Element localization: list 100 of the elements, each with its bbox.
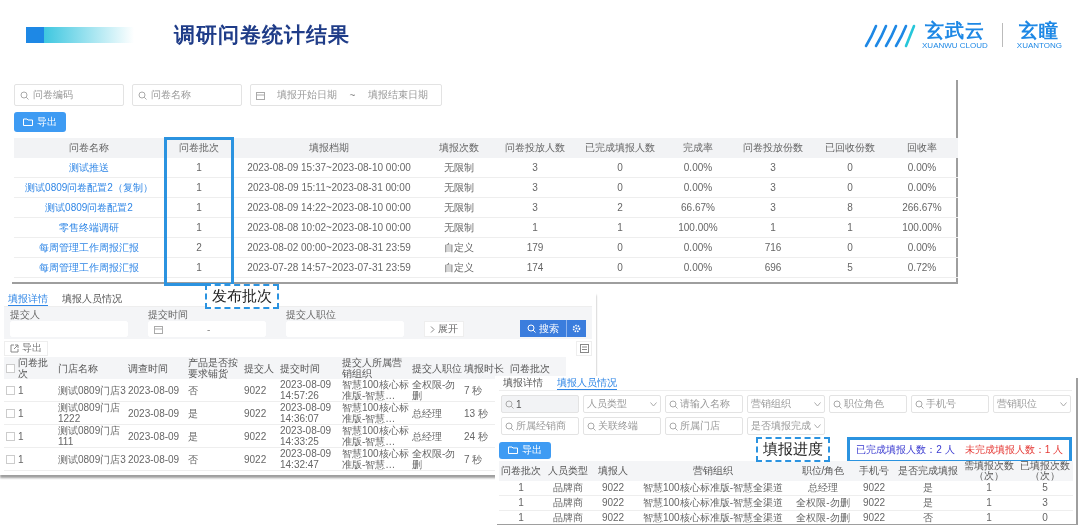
- table-cell: 智慧100核心标准版-智慧…: [342, 448, 412, 471]
- column-header: 提交人职位: [412, 357, 464, 379]
- column-header: 填报人: [593, 461, 633, 481]
- calendar-icon: [256, 90, 265, 100]
- table-cell: 2023-08-09 15:37~2023-08-10 00:00: [234, 158, 424, 178]
- table-cell: 9022: [593, 481, 633, 496]
- tab[interactable]: 填报详情: [8, 292, 48, 306]
- table-cell: 100.00%: [886, 218, 958, 238]
- table-cell: 2023-08-09 14:22~2023-08-10 00:00: [234, 198, 424, 218]
- table-cell: 1: [164, 198, 234, 218]
- table-cell: 0: [576, 158, 664, 178]
- table-cell: 1: [18, 379, 58, 402]
- search-field[interactable]: 职位角色: [829, 395, 907, 413]
- table-cell: 9022: [244, 425, 280, 448]
- column-header: 提交时间: [280, 357, 342, 379]
- column-header: 人员类型: [543, 461, 593, 481]
- export-button[interactable]: 导出: [4, 340, 48, 356]
- table-cell: 1: [164, 258, 234, 278]
- export-button[interactable]: 导出: [499, 441, 551, 459]
- table-cell: 全权限-勿删: [412, 448, 464, 471]
- select-field[interactable]: 营销组织: [747, 395, 825, 413]
- search-icon: [587, 421, 596, 431]
- table-cell: 自定义: [424, 238, 494, 258]
- export-button[interactable]: 导出: [14, 112, 66, 132]
- survey-link[interactable]: 测试推送: [14, 158, 164, 178]
- table-cell: 0.00%: [664, 258, 732, 278]
- select-field[interactable]: 营销职位: [993, 395, 1071, 413]
- search-field[interactable]: 所属经销商: [501, 417, 579, 435]
- table-cell: 3: [732, 198, 814, 218]
- table-cell: 智慧100核心标准版-智慧全渠道: [633, 511, 793, 525]
- table-cell: 2023-08-09 15:11~2023-08-31 00:00: [234, 178, 424, 198]
- table-cell: 2023-08-09 14:36:07: [280, 402, 342, 425]
- table-cell: 否: [188, 448, 244, 471]
- table-cell: 测试0809门店111: [58, 425, 128, 448]
- search-button[interactable]: 搜索: [520, 320, 566, 337]
- search-icon: [833, 399, 842, 409]
- survey-link[interactable]: 测试0809问卷配置2: [14, 198, 164, 218]
- table-cell: 1: [499, 481, 543, 496]
- search-icon: [505, 399, 514, 409]
- checkbox[interactable]: [5, 363, 15, 373]
- search-field[interactable]: 1: [501, 395, 579, 413]
- table-cell: 2023-08-09: [128, 448, 188, 471]
- table-cell: 9022: [244, 379, 280, 402]
- expand-button[interactable]: 展开: [424, 321, 464, 337]
- table-cell: 9022: [853, 481, 895, 496]
- table-cell: 9022: [244, 448, 280, 471]
- table-cell: 9022: [244, 402, 280, 425]
- checkbox[interactable]: [5, 408, 15, 418]
- settings-button[interactable]: [566, 320, 586, 337]
- search-field[interactable]: 关联终端: [583, 417, 661, 435]
- tab[interactable]: 填报人员情况: [62, 292, 122, 306]
- table-cell: 0: [814, 178, 886, 198]
- table-cell: 2023-08-08 10:02~2023-08-10 00:00: [234, 218, 424, 238]
- search-field[interactable]: 手机号: [911, 395, 989, 413]
- table-cell: 2: [576, 198, 664, 218]
- folder-icon: [508, 446, 518, 454]
- search-field[interactable]: 所属门店: [665, 417, 743, 435]
- column-header: 问卷批次: [499, 461, 543, 481]
- column-settings-button[interactable]: [576, 340, 592, 356]
- caret-icon: [650, 401, 657, 407]
- search-icon: [505, 421, 514, 431]
- table-cell: 是: [895, 496, 961, 511]
- gear-icon: [572, 324, 581, 333]
- table-cell: 0: [576, 258, 664, 278]
- search-field[interactable]: 问卷名称: [132, 84, 242, 106]
- table-cell: 3: [732, 178, 814, 198]
- search-icon: [669, 421, 678, 431]
- checkbox[interactable]: [5, 385, 15, 395]
- table-cell: 2023-08-09: [128, 379, 188, 402]
- search-field[interactable]: 问卷编码: [14, 84, 124, 106]
- table-cell: 0: [576, 178, 664, 198]
- select-field[interactable]: 人员类型: [583, 395, 661, 413]
- date-range-field[interactable]: 填报开始日期 ~ 填报结束日期: [250, 84, 442, 106]
- checkbox[interactable]: [5, 454, 15, 464]
- checkbox[interactable]: [5, 431, 15, 441]
- table-cell: 总经理: [412, 425, 464, 448]
- column-header: 手机号: [853, 461, 895, 481]
- column-header: 门店名称: [58, 357, 128, 379]
- survey-link[interactable]: 测试0809问卷配置2（复制）: [14, 178, 164, 198]
- table-cell: 品牌商: [543, 496, 593, 511]
- date-range-field[interactable]: -: [148, 321, 266, 337]
- survey-link[interactable]: 每周管理工作周报汇报: [14, 238, 164, 258]
- table-cell: 1: [961, 481, 1017, 496]
- table-cell: 1: [576, 218, 664, 238]
- brand-name: 玄武云: [924, 20, 985, 41]
- table-cell: 智慧100核心标准版-智慧…: [342, 379, 412, 402]
- select-field[interactable]: 是否填报完成: [747, 417, 825, 435]
- table-cell: 9022: [593, 496, 633, 511]
- table-cell: 总经理: [412, 402, 464, 425]
- field-label: 提交人职位: [286, 309, 337, 320]
- table-cell: 3: [494, 178, 576, 198]
- search-field[interactable]: 请输入名称: [665, 395, 743, 413]
- table-cell: 3: [732, 158, 814, 178]
- survey-link[interactable]: 零售终端调研: [14, 218, 164, 238]
- tab[interactable]: 填报人员情况: [557, 376, 617, 390]
- table-cell: 0.00%: [886, 178, 958, 198]
- survey-link[interactable]: 每周管理工作周报汇报: [14, 258, 164, 278]
- column-header: 已回收份数: [814, 138, 886, 158]
- slide-title: 调研问卷统计结果: [174, 22, 350, 48]
- table-cell: 1: [18, 402, 58, 425]
